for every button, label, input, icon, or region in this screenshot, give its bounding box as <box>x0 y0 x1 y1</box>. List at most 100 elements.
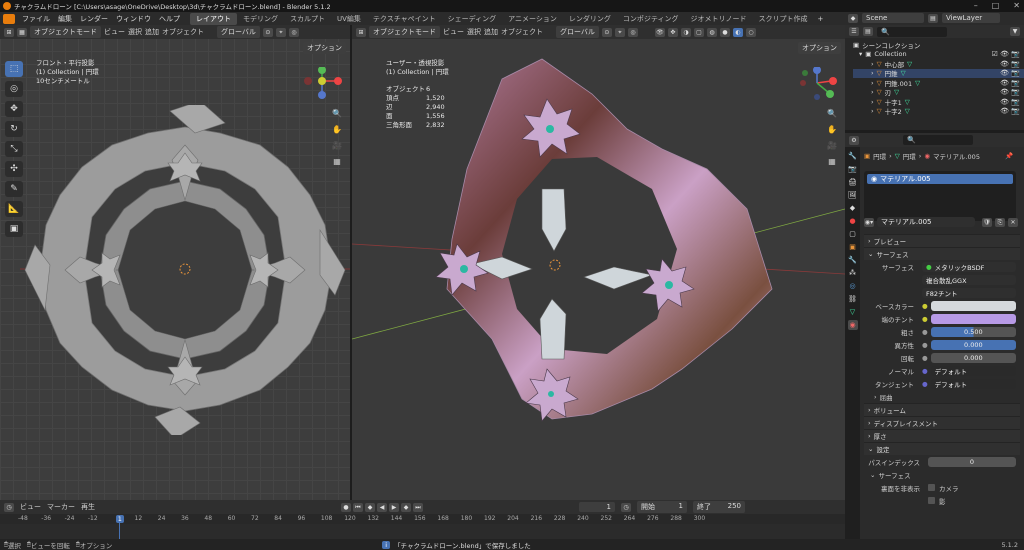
tangent-field[interactable]: デフォルト <box>930 378 1016 389</box>
maximize-icon[interactable]: □ <box>992 1 1000 10</box>
viewport-left[interactable]: ⊞ ▦ オブジェクトモード ビュー 選択 追加 オブジェクト グローバル ⊙ ⌖… <box>0 25 350 500</box>
menu-help[interactable]: ヘルプ <box>155 14 184 24</box>
anisotropy-slider[interactable]: 0.000 <box>930 339 1016 350</box>
blender-menu-icon[interactable] <box>3 13 15 24</box>
transform-orientation[interactable]: グローバル <box>217 26 260 38</box>
next-key-icon[interactable]: ◆ <box>401 502 411 512</box>
cursor-icon[interactable]: ◎ <box>5 81 23 97</box>
record-icon[interactable]: ● <box>341 502 351 512</box>
panel-volume[interactable]: › ボリューム <box>864 403 1020 416</box>
shading-wire-icon[interactable]: ◍ <box>706 27 717 37</box>
tab-geometry-nodes[interactable]: ジオメトリノード <box>685 13 753 25</box>
data-tab-icon[interactable]: ▽ <box>848 307 858 317</box>
viewport-right[interactable]: ⊞ オブジェクトモード ビュー 選択 追加 オブジェクト グローバル ⊙ ⌖ ◎… <box>352 25 845 500</box>
normal-field[interactable]: デフォルト <box>930 365 1016 376</box>
navigation-gizmo[interactable] <box>300 67 346 109</box>
pin-icon[interactable]: 📌 <box>1005 152 1013 160</box>
outliner-item[interactable]: › ▽ 中心部 ▽ 👁 📷 <box>853 59 1024 69</box>
pivot-icon[interactable]: ⊙ <box>601 27 612 37</box>
editor-type-icon[interactable]: ⚙ <box>849 135 859 145</box>
editor-type-icon[interactable]: ☰ <box>849 27 859 36</box>
tab-sculpt[interactable]: スカルプト <box>284 13 331 25</box>
visibility-icon[interactable]: 👁 <box>654 27 665 37</box>
menu-file[interactable]: ファイル <box>18 14 54 24</box>
render-tab-icon[interactable]: 📷 <box>848 164 858 174</box>
distribution-dropdown[interactable]: 複合散乱GGX <box>922 274 1016 285</box>
menu-add[interactable]: 追加 <box>145 27 159 37</box>
frame-ruler[interactable]: -48 -36 -24 -12 12 24 36 48 60 72 84 96 108 120 132 144… <box>0 514 845 524</box>
jump-start-icon[interactable]: ⏮ <box>353 502 363 512</box>
viewlayer-field[interactable]: ViewLayer <box>942 13 1000 23</box>
modifier-tab-icon[interactable]: 🔧 <box>848 255 858 265</box>
add-workspace-icon[interactable]: + <box>814 15 828 23</box>
proportional-icon[interactable]: ◎ <box>627 27 638 37</box>
material-browse-icon[interactable]: ◉▾ <box>864 217 874 227</box>
outliner-search-input[interactable]: 🔍 <box>877 26 947 37</box>
menu-select[interactable]: 選択 <box>467 27 481 37</box>
menu-view[interactable]: ビュー <box>104 27 125 37</box>
tab-compositing[interactable]: コンポジティング <box>617 13 685 25</box>
sub-surface-header[interactable]: ⌄ サーフェス <box>864 468 1020 481</box>
jump-end-icon[interactable]: ⏭ <box>413 502 423 512</box>
current-frame-field[interactable]: 1 <box>579 502 615 512</box>
tab-texture-paint[interactable]: テクスチャペイント <box>367 13 442 25</box>
timeline-track[interactable] <box>0 524 845 539</box>
editor-type-icon[interactable]: ⊞ <box>356 27 366 37</box>
edge-tint-swatch[interactable] <box>930 313 1016 324</box>
base-color-swatch[interactable] <box>930 300 1016 311</box>
timeline-menu-view[interactable]: ビュー <box>20 502 41 512</box>
ortho-icon[interactable]: ▦ <box>17 27 27 37</box>
tab-layout[interactable]: レイアウト <box>190 12 237 25</box>
editor-type-icon[interactable]: ◷ <box>4 502 14 512</box>
pass-index-field[interactable]: 0 <box>928 456 1016 467</box>
shading-solid-icon[interactable]: ● <box>719 27 730 37</box>
menu-view[interactable]: ビュー <box>443 27 464 37</box>
visibility-toggles[interactable]: ☑ 👁 📷 <box>992 50 1020 58</box>
select-box-icon[interactable]: ⬚ <box>5 61 23 77</box>
xray-icon[interactable]: ▢ <box>693 27 704 37</box>
tab-rendering[interactable]: レンダリング <box>563 13 617 25</box>
outliner-item[interactable]: › ▽ 十字2 ▽ 👁 📷 <box>853 107 1024 116</box>
display-mode-icon[interactable]: ▤ <box>863 27 873 36</box>
playhead-frame-label[interactable]: 1 <box>115 515 124 523</box>
play-icon[interactable]: ▶ <box>389 502 399 512</box>
outliner-item[interactable]: › ▽ 刃 ▽ 👁 📷 <box>853 88 1024 97</box>
scene-tab-icon[interactable]: ◆ <box>848 203 858 213</box>
timeline-menu-playback[interactable]: 再生 <box>81 502 95 512</box>
gizmo-toggle-icon[interactable]: ✥ <box>667 27 678 37</box>
timeline-menu-marker[interactable]: マーカー <box>47 502 75 512</box>
outliner-item[interactable]: › ▽ 円錐 ▽ 👁 📷 <box>853 68 1024 78</box>
minimize-icon[interactable]: – <box>974 1 978 10</box>
overlay-icon[interactable]: ◑ <box>680 27 691 37</box>
menu-window[interactable]: ウィンドウ <box>112 14 155 24</box>
panel-thickness[interactable]: › 厚さ <box>864 429 1020 442</box>
object-tab-icon[interactable]: ▣ <box>848 242 858 252</box>
material-name-field[interactable]: マテリアル.005 <box>877 217 975 227</box>
duplicate-icon[interactable]: ⎘ <box>995 217 1005 227</box>
tab-uv-editing[interactable]: UV編集 <box>331 13 367 25</box>
rotation-slider[interactable]: 0.000 <box>930 352 1016 363</box>
fresnel-dropdown[interactable]: F82チント <box>922 287 1016 298</box>
menu-object[interactable]: オブジェクト <box>162 27 204 37</box>
material-tab-icon[interactable]: ◉ <box>847 320 858 330</box>
outliner-item[interactable]: › ▽ 十字1 ▽ 👁 📷 <box>853 97 1024 107</box>
prev-key-icon[interactable]: ◆ <box>365 502 375 512</box>
options-dropdown[interactable]: オプション <box>303 42 346 54</box>
tab-shading[interactable]: シェーディング <box>442 13 503 25</box>
filter-icon[interactable]: ▼ <box>1010 27 1020 36</box>
fake-user-icon[interactable]: 🛡 <box>982 217 992 227</box>
view-layer-tab-icon[interactable]: 🖼 <box>848 190 858 200</box>
snap-icon[interactable]: ⌖ <box>275 27 286 37</box>
mode-dropdown[interactable]: オブジェクトモード <box>30 26 101 38</box>
output-tab-icon[interactable]: 🖨 <box>848 177 858 187</box>
panel-surface[interactable]: ⌄ サーフェス <box>864 247 1020 260</box>
start-frame-field[interactable]: 開始 1 <box>637 501 687 513</box>
play-reverse-icon[interactable]: ◀ <box>377 502 387 512</box>
transform-orientation[interactable]: グローバル <box>556 26 599 38</box>
roughness-slider[interactable]: 0.500 <box>930 326 1016 337</box>
world-tab-icon[interactable]: ● <box>848 216 858 226</box>
menu-add[interactable]: 追加 <box>484 27 498 37</box>
mode-dropdown[interactable]: オブジェクトモード <box>369 26 440 38</box>
scene-field[interactable]: Scene <box>862 13 924 23</box>
tab-modeling[interactable]: モデリング <box>237 13 284 25</box>
